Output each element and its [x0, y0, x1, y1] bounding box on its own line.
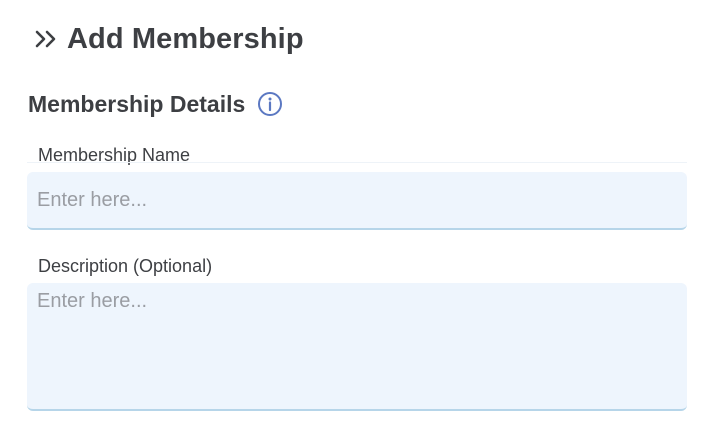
membership-details-section: Membership Details [28, 88, 283, 120]
divider [27, 162, 687, 163]
double-chevron-right-icon[interactable] [34, 26, 60, 52]
page-title: Add Membership [67, 22, 304, 55]
membership-name-input[interactable] [27, 172, 687, 230]
description-textarea[interactable] [27, 283, 687, 411]
section-title: Membership Details [28, 90, 246, 117]
description-label: Description (Optional) [38, 256, 213, 276]
add-membership-page: Add Membership Membership Details Member… [0, 0, 705, 432]
page-header: Add Membership [34, 20, 304, 58]
info-icon[interactable] [257, 91, 283, 117]
